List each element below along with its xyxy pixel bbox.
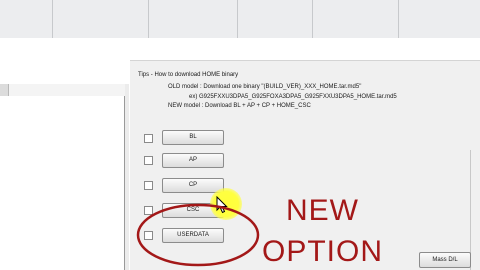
log-list[interactable] [0, 96, 125, 270]
tab-strip [0, 0, 480, 38]
tab-2[interactable] [53, 0, 149, 38]
option-label: OPTION [262, 235, 384, 268]
bl-button[interactable]: BL [162, 130, 224, 145]
tips-new-model: NEW model : Download BL + AP + CP + HOME… [168, 103, 311, 109]
cp-checkbox[interactable] [144, 181, 153, 190]
cp-button[interactable]: CP [162, 178, 224, 193]
mass-download-button[interactable]: Mass D/L [419, 252, 471, 268]
tips-old-model: OLD model : Download one binary "(BUILD_… [168, 84, 362, 90]
tab-5[interactable] [313, 0, 399, 38]
tips-heading: Tips - How to download HOME binary [138, 72, 239, 78]
list-header-cell [0, 84, 9, 96]
tab-4[interactable] [238, 0, 313, 38]
bl-checkbox[interactable] [144, 134, 153, 143]
tab-1[interactable] [0, 0, 53, 38]
new-label: NEW [286, 194, 359, 227]
ap-checkbox[interactable] [144, 156, 153, 165]
tab-6[interactable] [399, 0, 480, 38]
tips-example: ex) G925FXXU3DPA5_G925FOXA3DPA5_G925FXXU… [189, 94, 397, 100]
highlight-ellipse [136, 203, 260, 267]
left-scrollbar[interactable] [125, 84, 129, 270]
ap-button[interactable]: AP [162, 153, 224, 168]
tab-3[interactable] [149, 0, 238, 38]
panel-divider [130, 60, 480, 61]
